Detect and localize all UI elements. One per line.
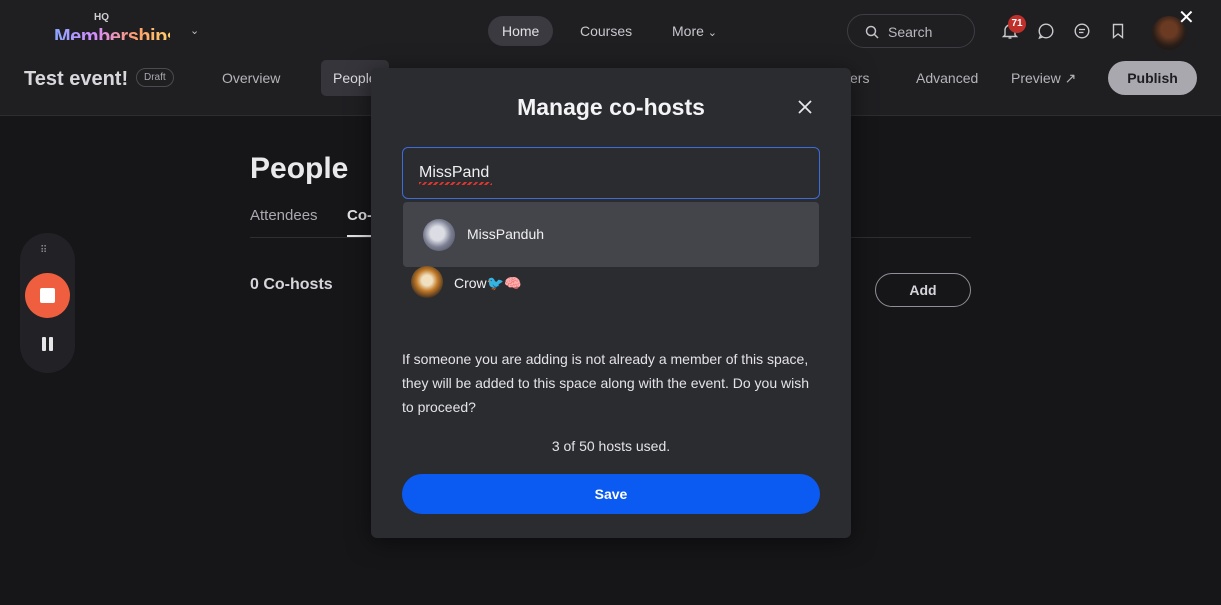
- tab-advanced[interactable]: Advanced: [916, 70, 978, 86]
- suggestion-item[interactable]: MissPanduh: [403, 202, 819, 267]
- manage-cohosts-dialog: Manage co-hosts MissPanduh Crow🐦🧠 If som…: [371, 68, 851, 538]
- top-app-bar: HQ Memberships ⌄ Home Courses More ⌄ Sea…: [0, 0, 1221, 58]
- bookmark-icon[interactable]: [1109, 22, 1127, 40]
- cohosts-count: 0 Co-hosts: [250, 276, 333, 293]
- message-icon[interactable]: [1073, 22, 1091, 40]
- cohost-search-input[interactable]: [402, 147, 820, 199]
- close-icon[interactable]: [795, 97, 815, 117]
- recording-widget: ⠿: [20, 233, 75, 373]
- tab-overview[interactable]: Overview: [222, 70, 280, 86]
- avatar: [423, 219, 455, 251]
- tab-cohosts[interactable]: Co-: [347, 207, 372, 224]
- avatar: [411, 266, 443, 298]
- tab-attendees[interactable]: Attendees: [250, 207, 318, 224]
- logo-title: Memberships: [54, 26, 170, 40]
- add-cohost-button[interactable]: Add: [875, 273, 971, 307]
- logo-subtitle: HQ: [94, 12, 109, 23]
- notification-badge: 71: [1008, 15, 1026, 33]
- close-icon[interactable]: ✕: [1178, 8, 1195, 28]
- save-button[interactable]: Save: [402, 474, 820, 514]
- dialog-title: Manage co-hosts: [517, 94, 705, 120]
- chat-bubble-icon[interactable]: [1037, 22, 1055, 40]
- event-title: Test event!: [24, 68, 129, 90]
- pause-icon: [42, 337, 46, 351]
- search-label: Search: [888, 24, 933, 40]
- stop-icon: [40, 288, 55, 303]
- nav-more[interactable]: More ⌄: [658, 16, 731, 46]
- nav-courses[interactable]: Courses: [566, 16, 646, 46]
- search-icon: [865, 25, 879, 39]
- search-button[interactable]: Search: [847, 14, 975, 48]
- tab-preview[interactable]: Preview ↗: [1011, 70, 1076, 87]
- publish-button[interactable]: Publish: [1108, 61, 1197, 95]
- cohost-name: Crow🐦🧠: [454, 275, 522, 291]
- chevron-down-icon: ⌄: [707, 27, 718, 39]
- spellcheck-underline: [419, 182, 492, 185]
- page-title: People: [250, 152, 349, 185]
- nav-home[interactable]: Home: [488, 16, 554, 46]
- nav-more-label: More: [672, 23, 704, 39]
- pause-icon: [49, 337, 53, 351]
- membership-notice: If someone you are adding is not already…: [402, 351, 810, 415]
- stop-recording-button[interactable]: [25, 273, 70, 318]
- status-badge: Draft: [136, 68, 174, 87]
- hosts-used-count: 3 of 50 hosts used.: [551, 438, 671, 454]
- drag-handle-icon[interactable]: ⠿: [40, 245, 48, 256]
- pause-recording-button[interactable]: [42, 337, 54, 351]
- tab-partial[interactable]: ers: [850, 70, 869, 86]
- chevron-down-icon[interactable]: ⌄: [190, 24, 199, 37]
- community-logo[interactable]: HQ Memberships: [52, 10, 170, 40]
- suggestion-name: MissPanduh: [467, 226, 545, 242]
